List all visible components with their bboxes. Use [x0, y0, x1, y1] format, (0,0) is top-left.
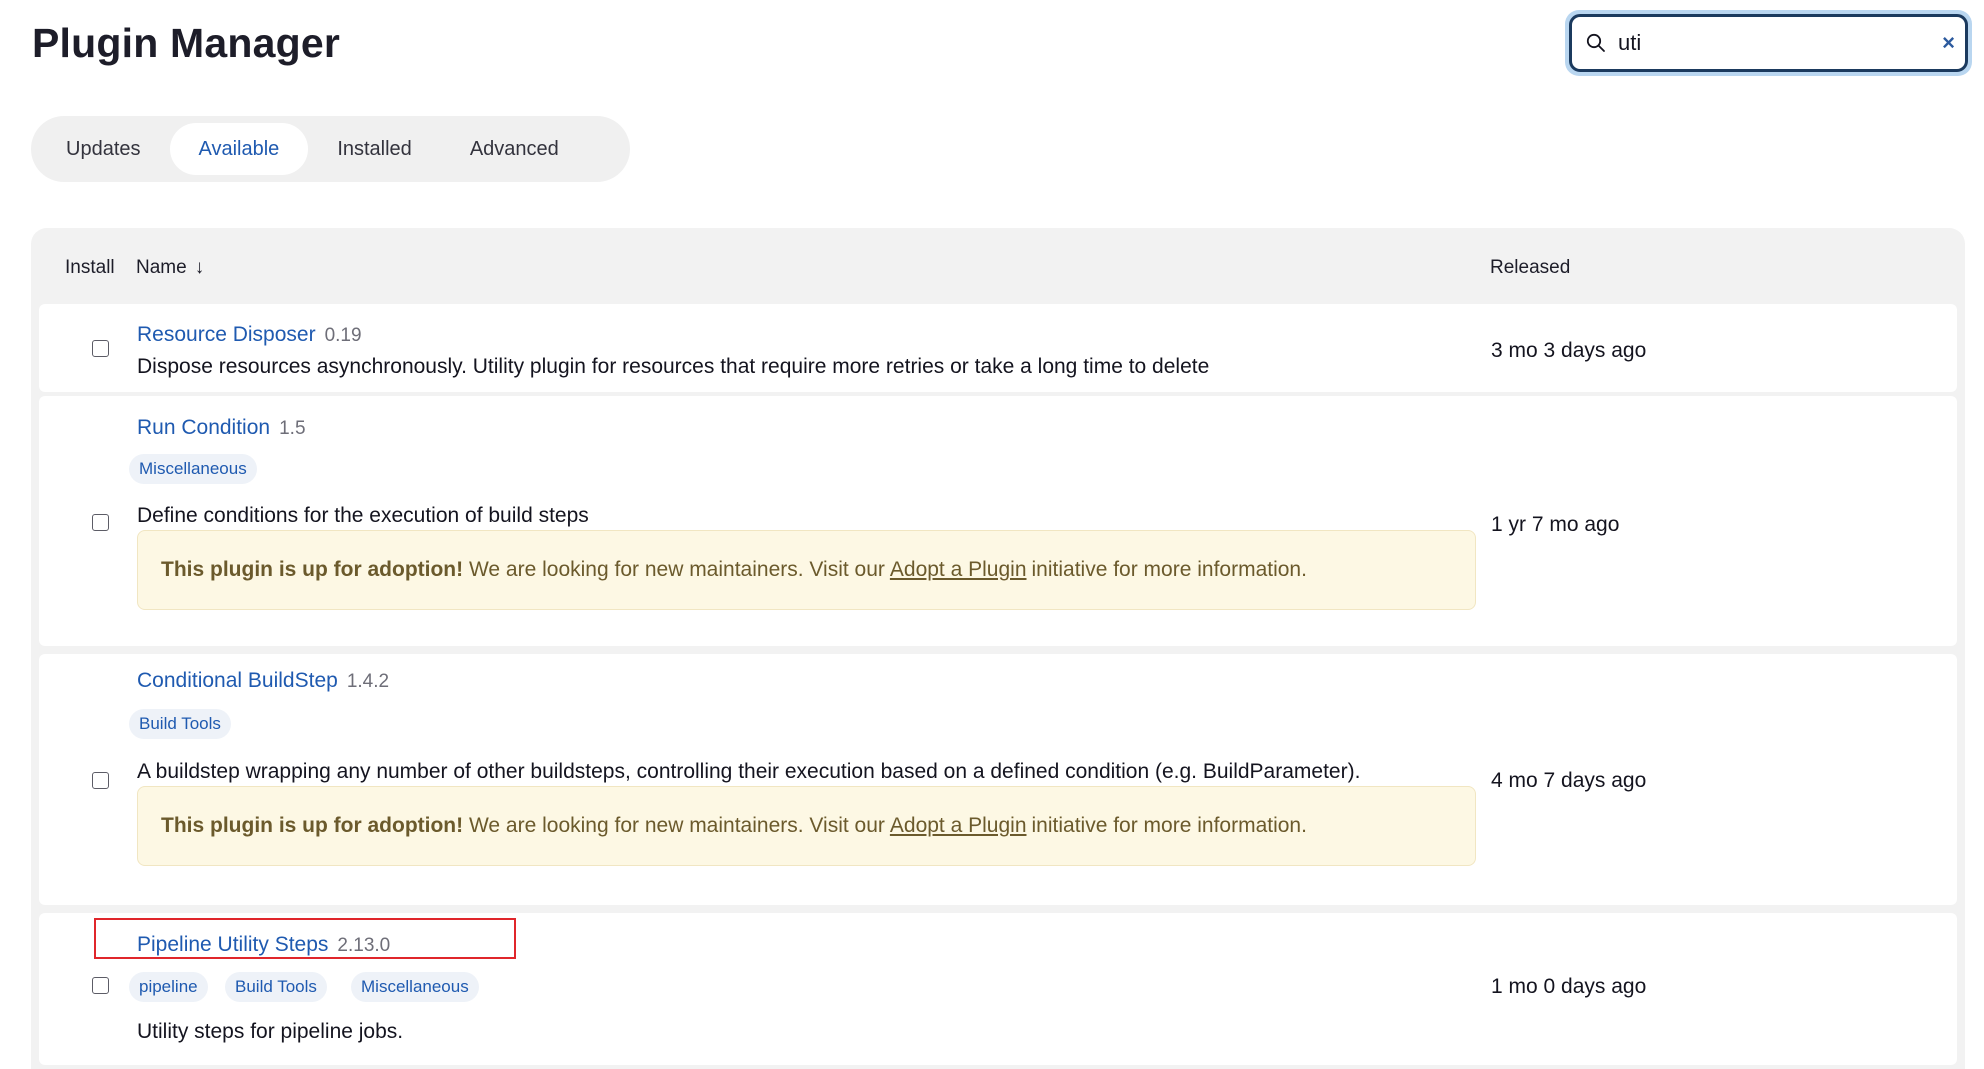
- tag-pipeline[interactable]: pipeline: [129, 972, 208, 1002]
- adoption-notice-title: This plugin is up for adoption!: [161, 558, 464, 581]
- plugin-version: 0.19: [324, 325, 362, 346]
- tag-miscellaneous[interactable]: Miscellaneous: [129, 454, 257, 484]
- header-install: Install: [65, 257, 115, 278]
- plugin-version: 1.4.2: [346, 671, 390, 692]
- plugin-name-link[interactable]: Conditional BuildStep: [137, 669, 338, 692]
- adoption-notice: This plugin is up for adoption! We are l…: [137, 786, 1476, 866]
- search-box[interactable]: ×: [1569, 14, 1968, 72]
- plugin-description: Dispose resources asynchronously. Utilit…: [137, 355, 1210, 378]
- released-date: 1 yr 7 mo ago: [1491, 513, 1620, 536]
- page-title: Plugin Manager: [32, 20, 341, 66]
- adoption-notice-text-end: initiative for more information.: [1031, 558, 1307, 581]
- released-date: 1 mo 0 days ago: [1491, 975, 1647, 998]
- install-checkbox[interactable]: [92, 514, 109, 531]
- tab-available[interactable]: Available: [169, 123, 309, 175]
- install-checkbox[interactable]: [92, 772, 109, 789]
- clear-search-icon[interactable]: ×: [1942, 30, 1955, 56]
- adopt-a-plugin-link[interactable]: Adopt a Plugin: [890, 558, 1027, 582]
- plugin-name-link[interactable]: Run Condition: [137, 416, 270, 439]
- plugin-manager-page: Plugin Manager × Updates Available Insta…: [0, 0, 1984, 1069]
- adoption-notice-text-end: initiative for more information.: [1031, 814, 1307, 837]
- header-released[interactable]: Released: [1490, 257, 1570, 279]
- table-header: Install Name ↓ Released: [31, 228, 1965, 304]
- plugin-title: Run Condition 1.5: [137, 416, 306, 440]
- search-container: ×: [1565, 10, 1972, 76]
- adopt-a-plugin-link[interactable]: Adopt a Plugin: [890, 814, 1027, 838]
- tag-build-tools[interactable]: Build Tools: [225, 972, 327, 1002]
- plugin-description: A buildstep wrapping any number of other…: [137, 760, 1361, 783]
- highlight-box: [94, 918, 516, 959]
- adoption-notice-text: We are looking for new maintainers. Visi…: [468, 814, 885, 837]
- adoption-notice: This plugin is up for adoption! We are l…: [137, 530, 1476, 610]
- released-date: 4 mo 7 days ago: [1491, 769, 1647, 792]
- plugin-name-link[interactable]: Resource Disposer: [137, 323, 316, 346]
- tab-installed[interactable]: Installed: [308, 123, 441, 175]
- install-checkbox[interactable]: [92, 340, 109, 357]
- plugin-description: Define conditions for the execution of b…: [137, 504, 589, 527]
- search-input[interactable]: [1618, 30, 1918, 56]
- search-icon: [1586, 33, 1605, 52]
- table-row: Conditional BuildStep 1.4.2 Build Tools A…: [39, 654, 1957, 905]
- released-date: 3 mo 3 days ago: [1491, 339, 1647, 362]
- tag-miscellaneous[interactable]: Miscellaneous: [351, 972, 479, 1002]
- plugin-title: Resource Disposer 0.19: [137, 323, 362, 347]
- table-row: Run Condition 1.5 Miscellaneous Define co…: [39, 396, 1957, 646]
- tag-build-tools[interactable]: Build Tools: [129, 709, 231, 739]
- adoption-notice-text: We are looking for new maintainers. Visi…: [468, 558, 885, 581]
- tab-bar: Updates Available Installed Advanced: [31, 116, 630, 182]
- adoption-notice-title: This plugin is up for adoption!: [161, 814, 464, 837]
- header-name-label: Name: [136, 257, 187, 278]
- plugin-version: 1.5: [279, 418, 306, 439]
- install-checkbox[interactable]: [92, 977, 109, 994]
- sort-down-icon: ↓: [194, 257, 205, 278]
- table-row: Resource Disposer 0.19 Dispose resources …: [39, 304, 1957, 392]
- tab-updates[interactable]: Updates: [37, 123, 170, 175]
- tab-advanced[interactable]: Advanced: [441, 123, 588, 175]
- plugin-description: Utility steps for pipeline jobs.: [137, 1020, 404, 1043]
- header-name[interactable]: Name ↓: [136, 257, 204, 279]
- plugin-title: Conditional BuildStep 1.4.2: [137, 669, 389, 693]
